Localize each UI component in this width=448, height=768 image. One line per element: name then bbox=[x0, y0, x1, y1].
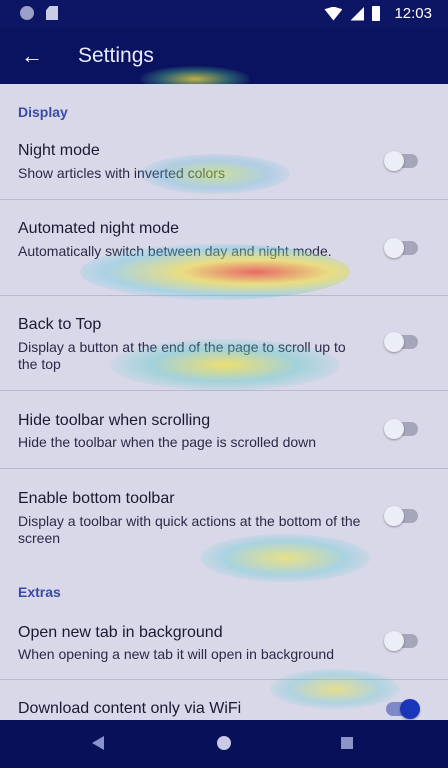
nav-home-icon[interactable] bbox=[217, 736, 231, 750]
divider bbox=[0, 390, 448, 391]
pref-summary: Display a button at the end of the page … bbox=[18, 339, 346, 372]
pref-title: Open new tab in background bbox=[18, 624, 223, 641]
settings-list[interactable]: Display Night mode Show articles with in… bbox=[0, 84, 448, 720]
pref-title: Download content only via WiFi bbox=[18, 700, 242, 717]
battery-icon bbox=[372, 6, 381, 21]
pref-title: Hide toolbar when scrolling bbox=[18, 412, 211, 429]
pref-title: Back to Top bbox=[18, 316, 102, 333]
pref-summary: When opening a new tab it will open in b… bbox=[18, 646, 334, 662]
page-title: Settings bbox=[78, 44, 154, 67]
pref-open-tab-background[interactable]: Open new tab in background When opening … bbox=[0, 620, 448, 680]
automated-night-mode-switch[interactable] bbox=[384, 238, 418, 258]
notification-dot-icon bbox=[20, 6, 34, 20]
pref-title: Enable bottom toolbar bbox=[18, 490, 175, 507]
back-arrow-icon[interactable]: ← bbox=[18, 42, 46, 70]
pref-summary: Display a toolbar with quick actions at … bbox=[18, 513, 361, 546]
pref-title: Automated night mode bbox=[18, 220, 179, 237]
pref-download-wifi-only[interactable]: Download content only via WiFi bbox=[0, 696, 448, 720]
back-to-top-switch[interactable] bbox=[384, 332, 418, 352]
nav-back-icon[interactable] bbox=[92, 736, 104, 750]
bottom-toolbar-switch[interactable] bbox=[384, 506, 418, 526]
hide-toolbar-switch[interactable] bbox=[384, 419, 418, 439]
divider bbox=[0, 679, 448, 680]
download-wifi-only-switch[interactable] bbox=[386, 699, 420, 719]
cell-signal-icon bbox=[350, 6, 365, 21]
pref-hide-toolbar[interactable]: Hide toolbar when scrolling Hide the too… bbox=[0, 408, 448, 468]
night-mode-switch[interactable] bbox=[384, 151, 418, 171]
pref-bottom-toolbar[interactable]: Enable bottom toolbar Display a toolbar … bbox=[0, 486, 448, 566]
pref-summary: Show articles with inverted colors bbox=[18, 165, 225, 181]
pref-summary: Automatically switch between day and nig… bbox=[18, 243, 332, 259]
wifi-icon bbox=[324, 6, 343, 21]
sd-card-icon bbox=[46, 6, 58, 20]
pref-back-to-top[interactable]: Back to Top Display a button at the end … bbox=[0, 312, 448, 392]
section-header-display: Display bbox=[18, 104, 68, 120]
pref-night-mode[interactable]: Night mode Show articles with inverted c… bbox=[0, 136, 448, 200]
pref-summary: Hide the toolbar when the page is scroll… bbox=[18, 434, 317, 450]
nav-bar bbox=[0, 720, 448, 768]
app-bar: ← Settings bbox=[0, 28, 448, 92]
divider bbox=[0, 199, 448, 200]
pref-title: Night mode bbox=[18, 142, 100, 159]
section-header-extras: Extras bbox=[18, 584, 61, 600]
pref-automated-night-mode[interactable]: Automated night mode Automatically switc… bbox=[0, 216, 448, 296]
nav-recents-icon[interactable] bbox=[341, 737, 353, 749]
status-clock: 12:03 bbox=[394, 5, 432, 22]
status-bar: 12:03 bbox=[0, 0, 448, 28]
divider bbox=[0, 468, 448, 469]
divider bbox=[0, 295, 448, 296]
open-tab-background-switch[interactable] bbox=[384, 631, 418, 651]
